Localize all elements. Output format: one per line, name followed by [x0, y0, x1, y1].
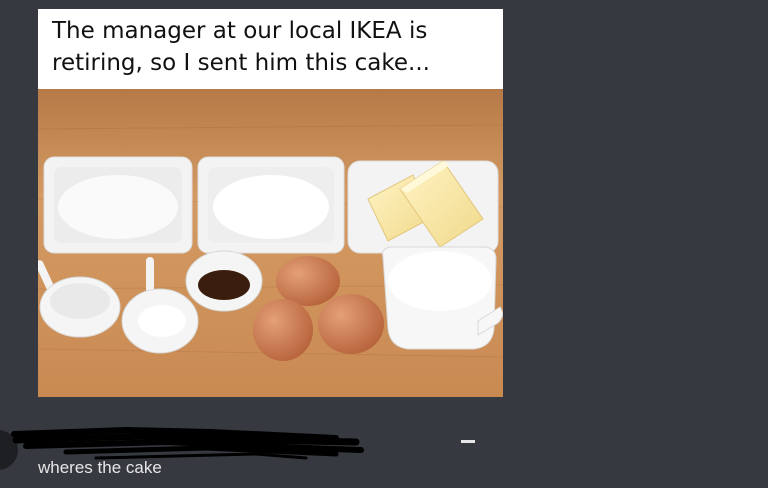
butter-dish — [347, 160, 499, 254]
vanilla-bowl — [185, 250, 263, 312]
milk-jug — [382, 246, 503, 350]
sugar-dish — [43, 156, 193, 254]
cake-ingredients-photo — [38, 89, 503, 397]
meme-caption: The manager at our local IKEA is retirin… — [52, 18, 430, 76]
comment-text: wheres the cake — [38, 458, 162, 477]
flour-dish — [197, 156, 345, 254]
meme-post: The manager at our local IKEA is retirin… — [38, 9, 503, 397]
comment-meta-dash — [461, 440, 475, 443]
